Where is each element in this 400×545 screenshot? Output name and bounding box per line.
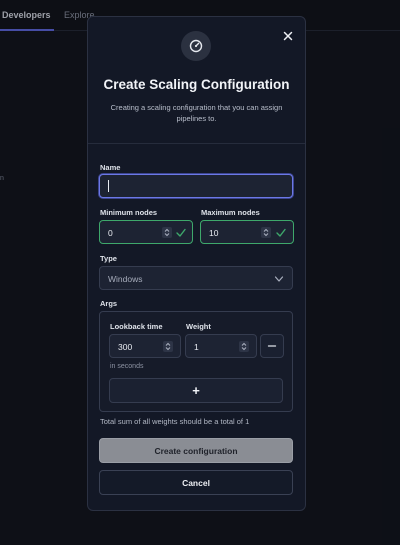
lookback-time-input[interactable]: 300 bbox=[109, 334, 181, 358]
type-label: Type bbox=[100, 254, 117, 263]
lookback-time-label: Lookback time bbox=[110, 322, 163, 331]
weight-label: Weight bbox=[186, 322, 211, 331]
min-nodes-label: Minimum nodes bbox=[100, 208, 158, 217]
min-nodes-input[interactable]: 0 bbox=[99, 220, 193, 244]
weight-value: 1 bbox=[194, 342, 199, 352]
check-icon bbox=[176, 228, 186, 237]
dialog-title: Create Scaling Configuration bbox=[103, 77, 290, 92]
plus-icon: + bbox=[192, 383, 200, 398]
name-input[interactable] bbox=[99, 174, 293, 198]
weights-note: Total sum of all weights should be a tot… bbox=[100, 417, 250, 426]
add-arg-button[interactable]: + bbox=[109, 378, 283, 403]
dashboard-gauge-icon bbox=[181, 31, 211, 61]
create-scaling-config-dialog: Create Scaling Configuration Creating a … bbox=[87, 16, 306, 511]
args-group: Lookback time 300 Weight 1 in seconds + bbox=[99, 311, 293, 412]
cancel-button[interactable]: Cancel bbox=[99, 470, 293, 495]
stepper-icon[interactable] bbox=[162, 227, 172, 238]
chevron-down-icon bbox=[274, 276, 284, 282]
dialog-header: Create Scaling Configuration Creating a … bbox=[88, 17, 305, 144]
max-nodes-label: Maximum nodes bbox=[201, 208, 260, 217]
name-label: Name bbox=[100, 163, 121, 172]
stepper-icon[interactable] bbox=[239, 341, 249, 352]
lookback-time-value: 300 bbox=[118, 342, 133, 352]
weight-input[interactable]: 1 bbox=[185, 334, 257, 358]
stepper-icon[interactable] bbox=[163, 341, 173, 352]
close-icon[interactable] bbox=[280, 28, 296, 44]
min-nodes-value: 0 bbox=[108, 228, 113, 238]
stepper-icon[interactable] bbox=[261, 227, 271, 238]
type-selected-value: Windows bbox=[108, 274, 143, 284]
args-label: Args bbox=[100, 299, 118, 308]
max-nodes-input[interactable]: 10 bbox=[200, 220, 294, 244]
max-nodes-value: 10 bbox=[209, 228, 219, 238]
minus-icon bbox=[267, 345, 277, 347]
remove-arg-button[interactable] bbox=[260, 334, 284, 358]
lookback-time-hint: in seconds bbox=[110, 363, 144, 370]
create-configuration-button[interactable]: Create configuration bbox=[99, 438, 293, 463]
dialog-subtitle: Creating a scaling configuration that yo… bbox=[110, 103, 283, 123]
check-icon bbox=[276, 228, 286, 237]
text-cursor bbox=[108, 180, 109, 192]
type-select[interactable]: Windows bbox=[99, 266, 293, 290]
